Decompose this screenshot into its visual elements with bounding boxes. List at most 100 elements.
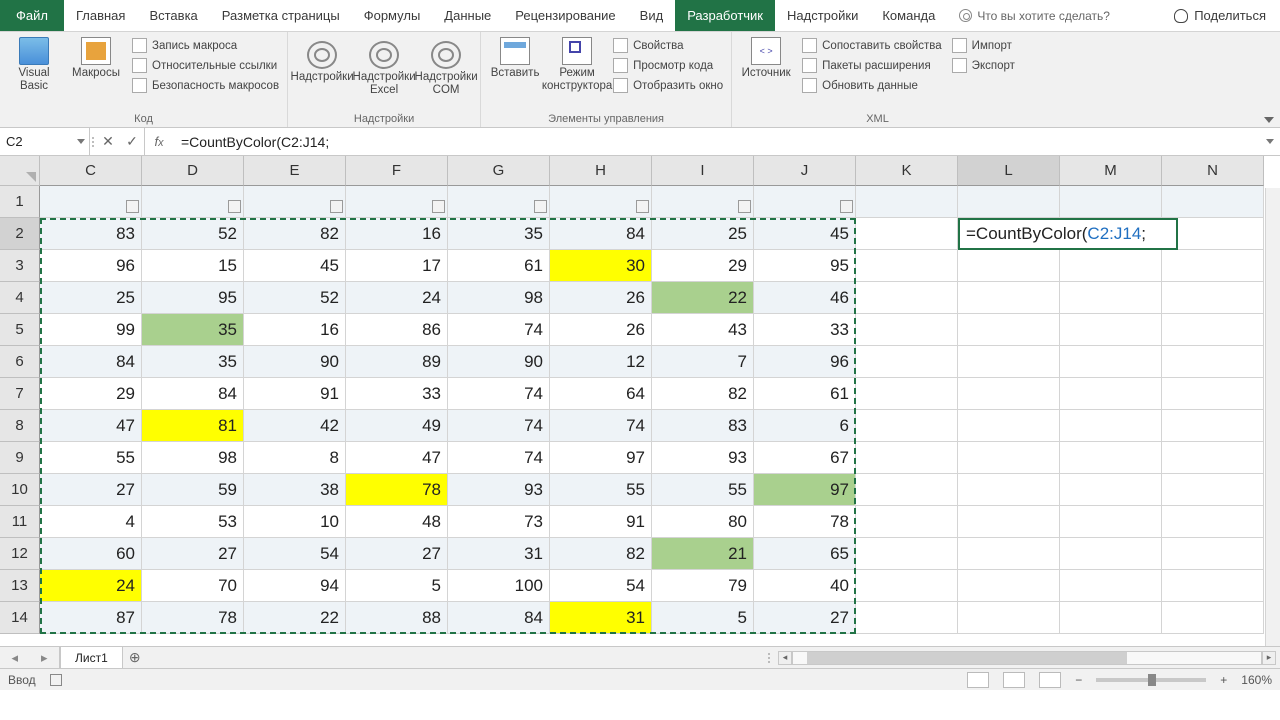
tab-вставка[interactable]: Вставка (137, 0, 209, 31)
cell[interactable]: 73 (448, 506, 550, 538)
cell[interactable]: 8 (244, 442, 346, 474)
cell[interactable]: 48 (346, 506, 448, 538)
tab-file[interactable]: Файл (0, 0, 64, 31)
cell[interactable]: 84 (142, 378, 244, 410)
cell[interactable]: 42 (244, 410, 346, 442)
cell[interactable]: 96 (754, 346, 856, 378)
row-header[interactable]: 1 (0, 186, 40, 218)
cell[interactable] (1162, 506, 1264, 538)
cell[interactable] (958, 410, 1060, 442)
cell[interactable]: 78 (142, 602, 244, 634)
cell[interactable] (1162, 250, 1264, 282)
cell[interactable]: 84 (550, 218, 652, 250)
cell[interactable] (856, 346, 958, 378)
cell[interactable]: 64 (550, 378, 652, 410)
cell[interactable]: 31 (448, 538, 550, 570)
insert-control-button[interactable]: Вставить (487, 35, 543, 80)
filter-dropdown-icon[interactable] (330, 200, 343, 213)
cell[interactable] (1162, 346, 1264, 378)
zoom-slider[interactable] (1096, 678, 1206, 682)
cell[interactable] (754, 186, 856, 218)
cell[interactable]: 6 (754, 410, 856, 442)
cell[interactable]: 65 (754, 538, 856, 570)
expansion-packs-button[interactable]: Пакеты расширения (800, 57, 944, 74)
sheet-nav[interactable]: ◂▸ (0, 647, 60, 668)
cell[interactable]: 60 (40, 538, 142, 570)
view-code-button[interactable]: Просмотр кода (611, 57, 725, 74)
cell[interactable] (1162, 378, 1264, 410)
cell[interactable]: 43 (652, 314, 754, 346)
cell[interactable]: 35 (142, 314, 244, 346)
cell[interactable] (1060, 186, 1162, 218)
cell[interactable] (958, 378, 1060, 410)
cell[interactable]: 80 (652, 506, 754, 538)
cell[interactable] (856, 410, 958, 442)
cell[interactable]: 91 (244, 378, 346, 410)
column-header[interactable]: C (40, 156, 142, 186)
row-header[interactable]: 10 (0, 474, 40, 506)
cell[interactable] (856, 570, 958, 602)
zoom-out-button[interactable]: − (1075, 673, 1082, 687)
cell[interactable] (1162, 442, 1264, 474)
cell[interactable]: 93 (652, 442, 754, 474)
cell[interactable]: 90 (448, 346, 550, 378)
excel-addins-button[interactable]: НадстройкиExcel (356, 35, 412, 97)
row-header[interactable]: 14 (0, 602, 40, 634)
cell[interactable] (958, 442, 1060, 474)
tab-главная[interactable]: Главная (64, 0, 137, 31)
chevron-down-icon[interactable] (77, 139, 85, 144)
cell[interactable]: 54 (244, 538, 346, 570)
tab-разработчик[interactable]: Разработчик (675, 0, 775, 31)
cell[interactable] (244, 186, 346, 218)
formula-input[interactable]: =CountByColor(C2:J14; (173, 128, 1280, 155)
cell[interactable] (958, 346, 1060, 378)
cell[interactable]: 74 (550, 410, 652, 442)
cell[interactable]: 5 (652, 602, 754, 634)
column-header[interactable]: K (856, 156, 958, 186)
cell[interactable] (1060, 506, 1162, 538)
column-header[interactable]: H (550, 156, 652, 186)
cell[interactable] (1060, 602, 1162, 634)
record-macro-button[interactable]: Запись макроса (130, 37, 281, 54)
cell[interactable]: 59 (142, 474, 244, 506)
tell-me[interactable]: Что вы хотите сделать? (947, 0, 1122, 31)
row-header[interactable]: 8 (0, 410, 40, 442)
cell[interactable]: 47 (346, 442, 448, 474)
cell[interactable]: 26 (550, 314, 652, 346)
cell[interactable] (958, 602, 1060, 634)
tab-данные[interactable]: Данные (432, 0, 503, 31)
cell[interactable] (856, 218, 958, 250)
cell[interactable] (958, 218, 1060, 250)
cell[interactable]: 54 (550, 570, 652, 602)
cell[interactable]: 84 (40, 346, 142, 378)
row-header[interactable]: 11 (0, 506, 40, 538)
macros-button[interactable]: Макросы (68, 35, 124, 80)
cell[interactable] (1060, 314, 1162, 346)
cell[interactable] (856, 186, 958, 218)
tab-разметка страницы[interactable]: Разметка страницы (210, 0, 352, 31)
com-addins-button[interactable]: НадстройкиCOM (418, 35, 474, 97)
cell[interactable]: 29 (652, 250, 754, 282)
filter-dropdown-icon[interactable] (738, 200, 751, 213)
cell[interactable]: 97 (754, 474, 856, 506)
cell[interactable]: 94 (244, 570, 346, 602)
cell[interactable] (1060, 410, 1162, 442)
cell[interactable] (1060, 346, 1162, 378)
cell[interactable]: 74 (448, 410, 550, 442)
cell[interactable]: 52 (142, 218, 244, 250)
normal-view-button[interactable] (967, 672, 989, 688)
cell[interactable]: 15 (142, 250, 244, 282)
name-box[interactable]: C2 (0, 128, 90, 155)
visual-basic-button[interactable]: VisualBasic (6, 35, 62, 93)
column-header[interactable]: D (142, 156, 244, 186)
cell[interactable] (1162, 538, 1264, 570)
cell[interactable]: 78 (346, 474, 448, 506)
cell[interactable]: 31 (550, 602, 652, 634)
cell[interactable]: 79 (652, 570, 754, 602)
cell[interactable]: 12 (550, 346, 652, 378)
cell[interactable]: 33 (754, 314, 856, 346)
tab-формулы[interactable]: Формулы (352, 0, 433, 31)
cell[interactable]: 55 (550, 474, 652, 506)
row-header[interactable]: 13 (0, 570, 40, 602)
add-sheet-button[interactable]: ⊕ (123, 647, 147, 668)
